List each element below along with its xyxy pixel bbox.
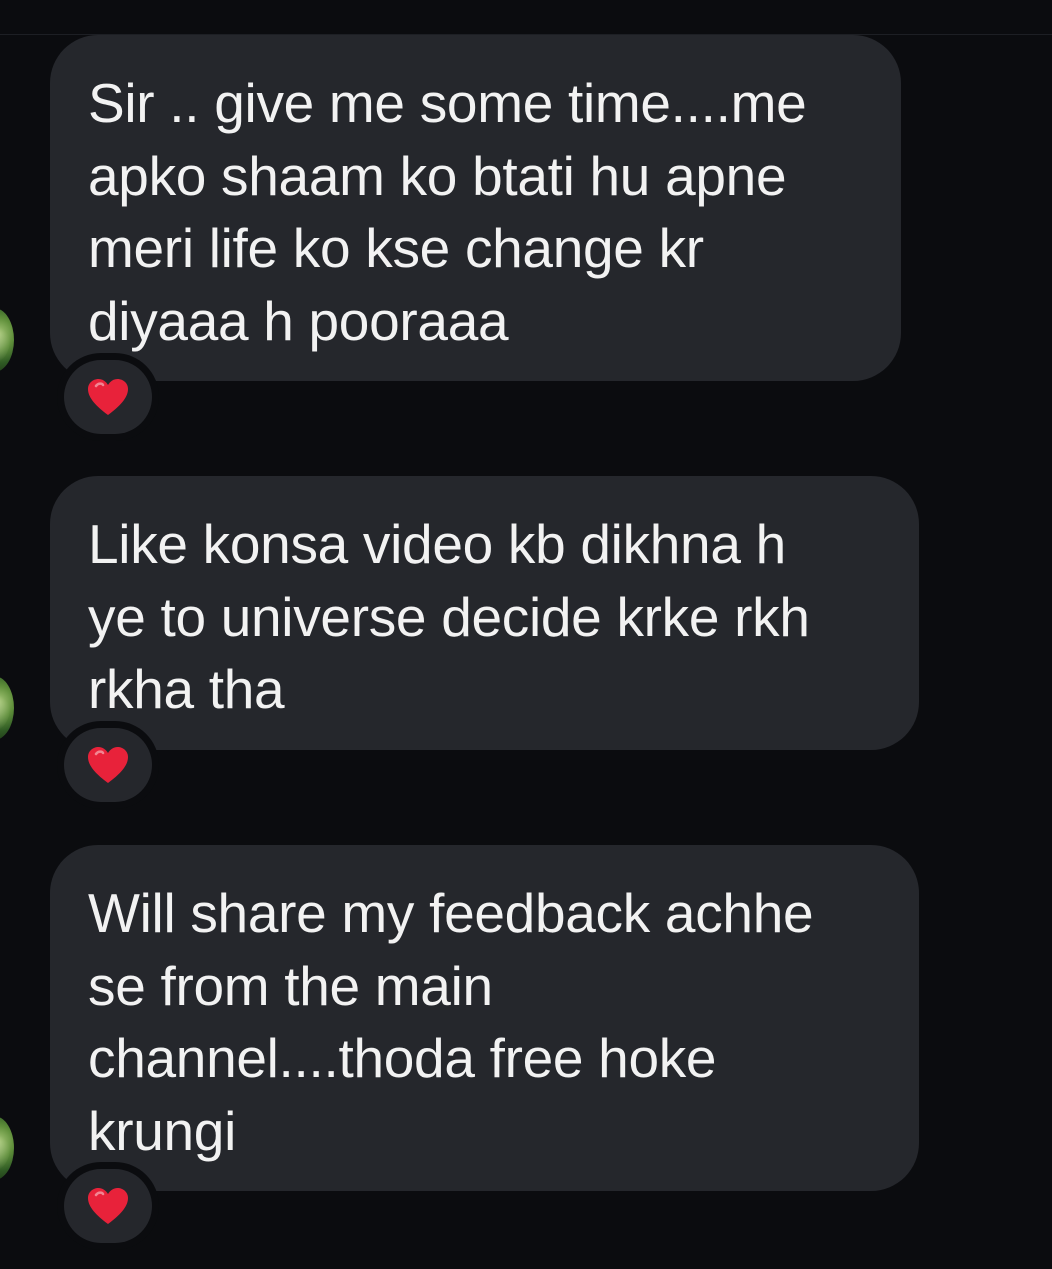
message-bubble[interactable]: Will share my feedback achhe se from the…: [50, 845, 919, 1191]
heart-icon: [88, 379, 128, 415]
message-bubble[interactable]: Like konsa video kb dikhna h ye to unive…: [50, 476, 919, 750]
message-text-line: ye to universe decide krke rkh: [88, 585, 810, 648]
avatar[interactable]: [0, 308, 14, 372]
heart-icon: [88, 747, 128, 783]
message-text-line: Sir .. give me some time....me: [88, 72, 807, 134]
message-text-line: se from the main: [88, 954, 493, 1017]
avatar[interactable]: [0, 1116, 14, 1180]
message-text-line: diyaaa h pooraaa: [88, 289, 509, 352]
message-text-line: krungi: [88, 1099, 236, 1162]
message-text-line: channel....thoda free hoke: [88, 1027, 717, 1089]
message-text-line: meri life ko kse change kr: [88, 217, 704, 279]
reaction-badge[interactable]: [64, 728, 152, 802]
message-text-line: Like konsa video kb dikhna h: [88, 513, 786, 575]
avatar[interactable]: [0, 676, 14, 740]
message-text-line: rkha tha: [88, 658, 285, 720]
message-text-line: Will share my feedback achhe: [88, 882, 814, 944]
message-text-line: apko shaam ko btati hu apne: [88, 144, 787, 207]
heart-icon: [88, 1188, 128, 1224]
reaction-badge[interactable]: [64, 1169, 152, 1243]
message-bubble[interactable]: Sir .. give me some time....me apko shaa…: [50, 35, 901, 381]
reaction-badge[interactable]: [64, 360, 152, 434]
